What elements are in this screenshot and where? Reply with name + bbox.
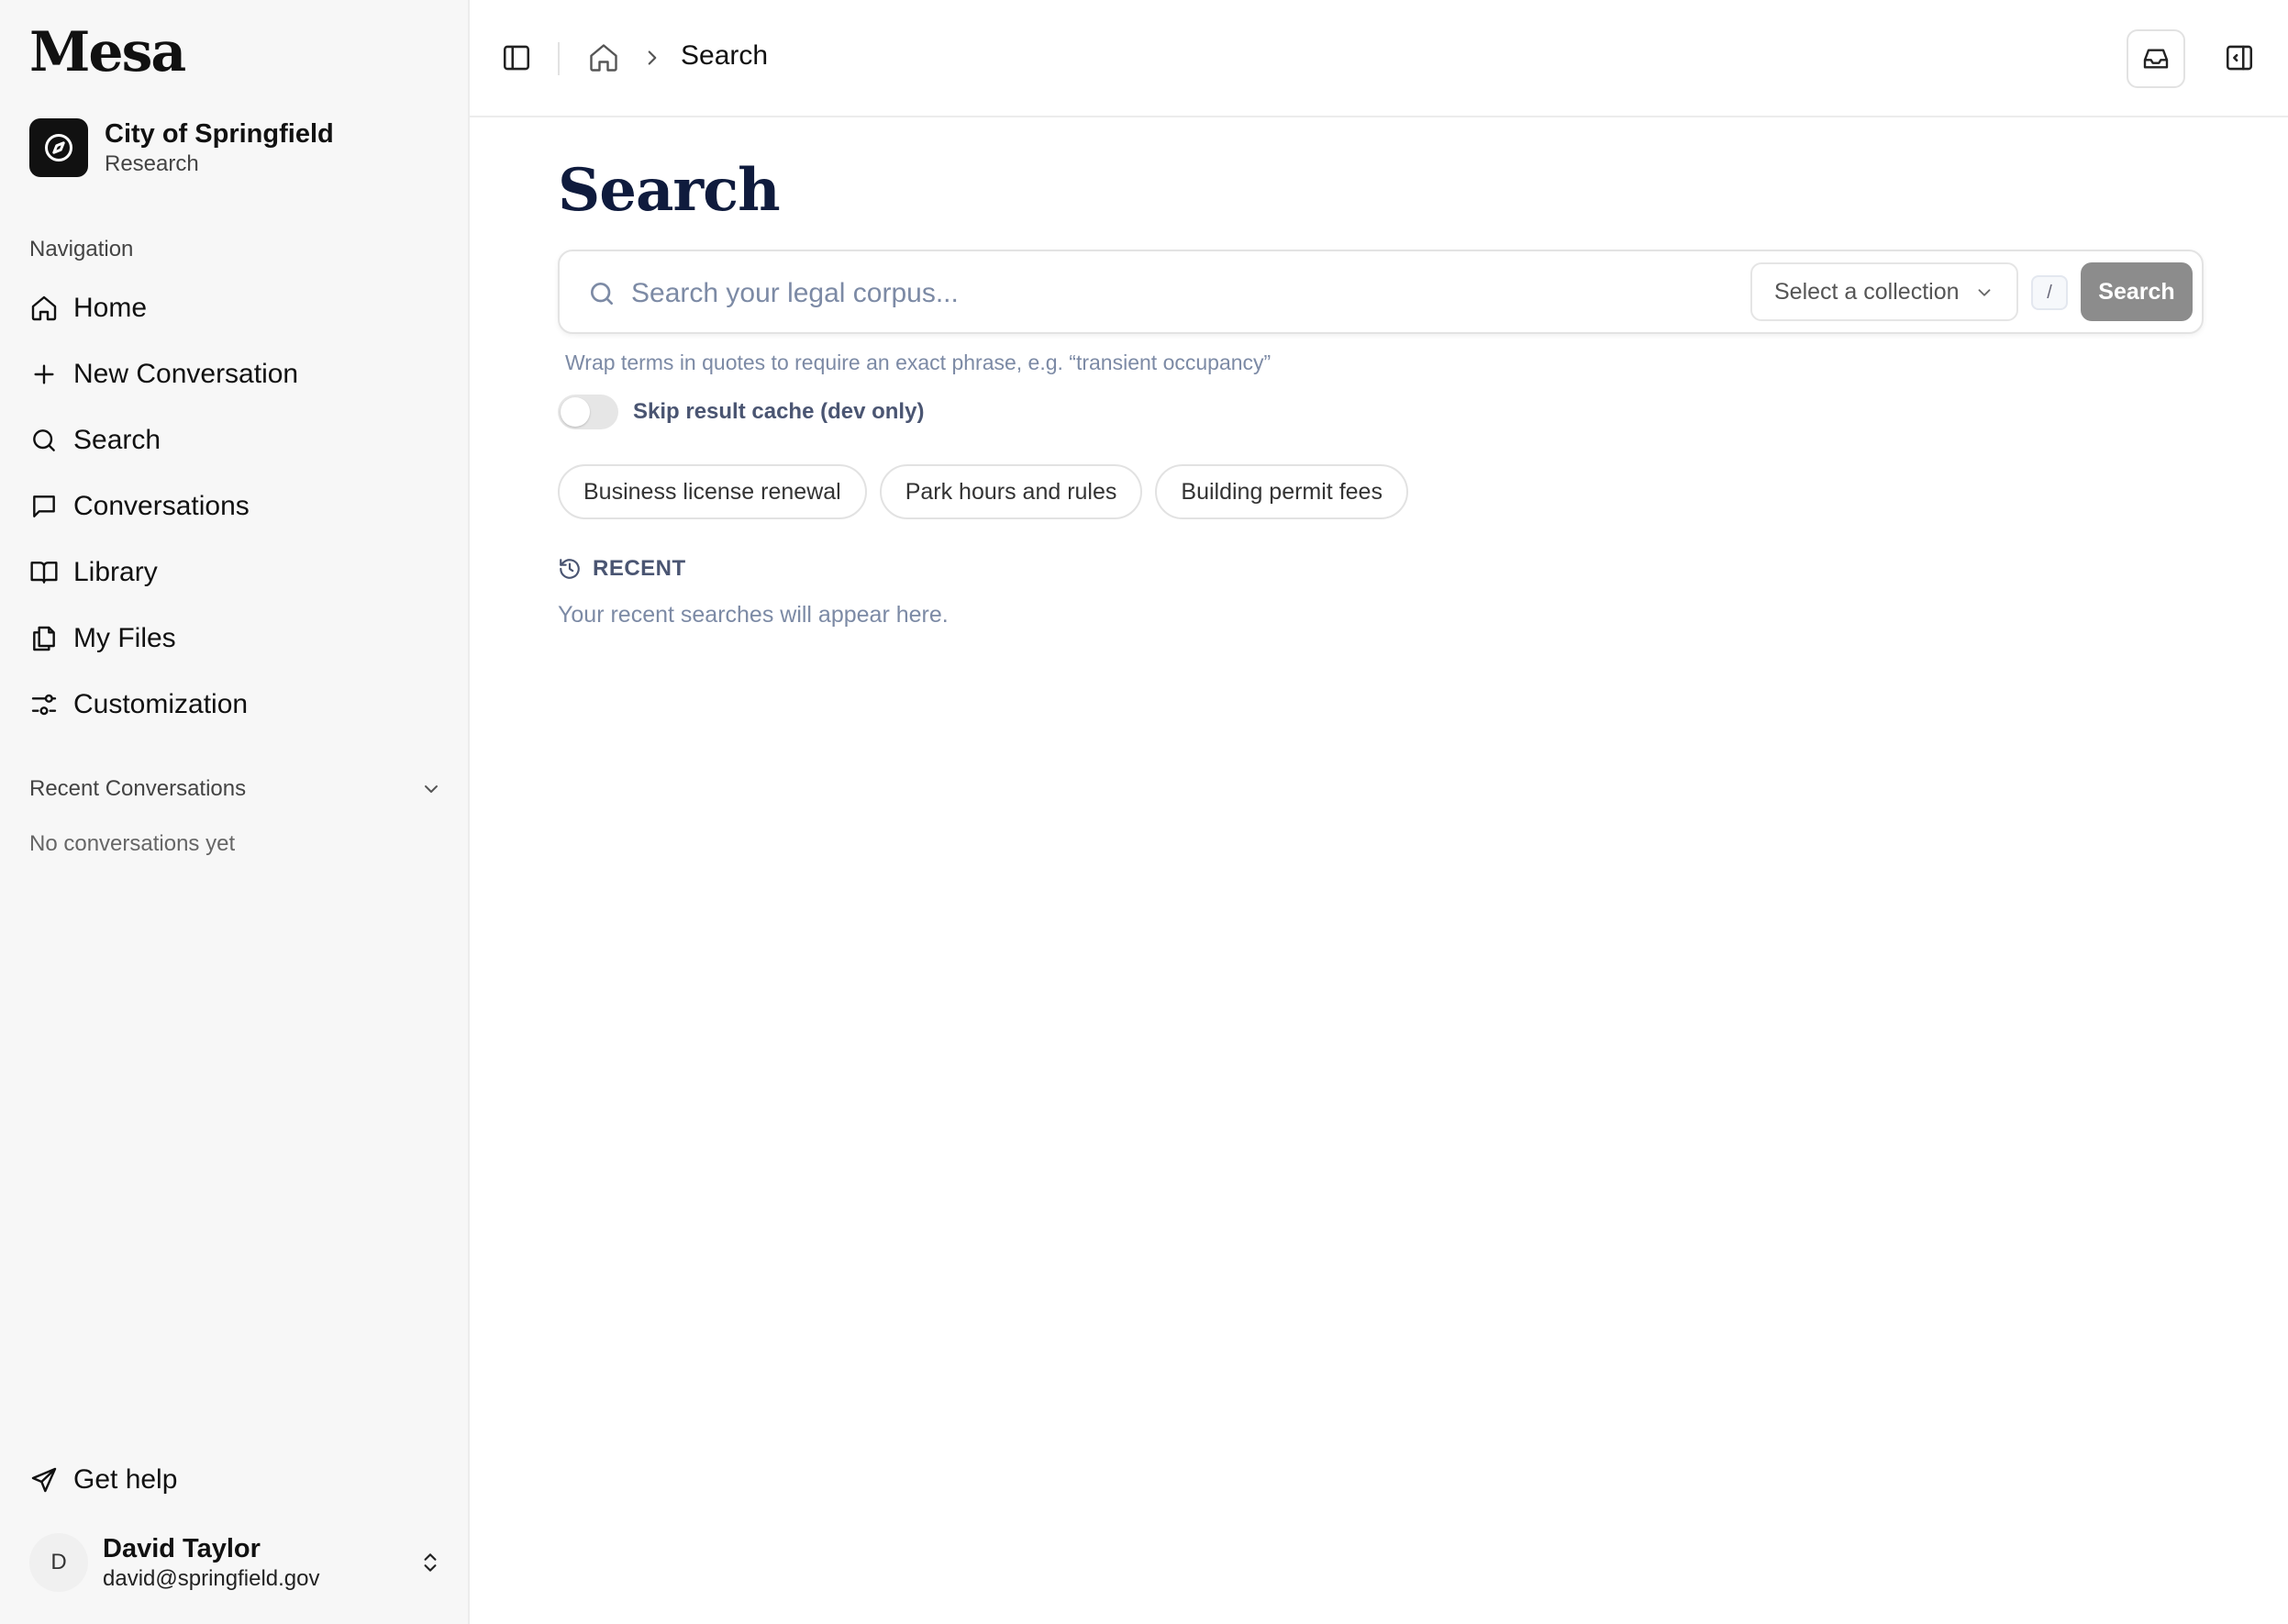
sidebar-item-search[interactable]: Search xyxy=(29,407,442,473)
suggestion-chip[interactable]: Building permit fees xyxy=(1155,464,1408,519)
right-panel-toggle-icon[interactable] xyxy=(2224,42,2255,73)
avatar: D xyxy=(29,1533,88,1592)
sidebar-item-label: Library xyxy=(73,557,158,587)
suggestion-chips: Business license renewal Park hours and … xyxy=(558,464,1421,519)
breadcrumb-current: Search xyxy=(681,40,769,71)
sidebar-item-conversations[interactable]: Conversations xyxy=(29,473,442,539)
collection-select[interactable]: Select a collection xyxy=(1750,262,2018,321)
chevron-down-icon xyxy=(1978,289,1991,296)
sidebar-toggle-icon[interactable] xyxy=(501,42,532,73)
recent-conversations-toggle[interactable]: Recent Conversations xyxy=(29,776,442,802)
history-icon xyxy=(560,559,580,579)
user-name: David Taylor xyxy=(103,1534,261,1563)
search-bar: Select a collection / Search xyxy=(558,250,2204,334)
search-icon xyxy=(33,429,55,451)
suggestion-chip[interactable]: Park hours and rules xyxy=(879,464,1143,519)
sidebar-item-new-conversation[interactable]: New Conversation xyxy=(29,341,442,407)
top-bar: Search xyxy=(470,0,2288,117)
sidebar-item-label: Conversations xyxy=(73,491,250,521)
recent-searches-empty: Your recent searches will appear here. xyxy=(558,602,949,628)
book-icon xyxy=(30,562,58,584)
files-icon xyxy=(33,626,55,651)
chevrons-up-down-icon xyxy=(424,1553,437,1572)
sidebar-item-label: New Conversation xyxy=(73,359,299,389)
user-email: david@springfield.gov xyxy=(103,1566,320,1591)
chat-icon xyxy=(33,495,55,517)
compass-icon xyxy=(29,118,88,177)
skip-cache-toggle[interactable] xyxy=(558,395,618,429)
chevron-down-icon xyxy=(425,785,438,793)
search-input[interactable] xyxy=(631,268,1732,319)
inbox-icon xyxy=(2143,49,2169,69)
sidebar-item-label: Search xyxy=(73,425,161,455)
sidebar-item-home[interactable]: Home xyxy=(29,275,442,341)
org-switcher[interactable]: City of Springfield Research xyxy=(29,117,334,178)
app-logo[interactable]: Mesa xyxy=(29,20,186,84)
search-hint: Wrap terms in quotes to require an exact… xyxy=(565,350,1272,374)
skip-cache-row: Skip result cache (dev only) xyxy=(558,395,924,429)
org-subtitle: Research xyxy=(105,151,199,176)
sidebar-nav: Home New Conversation Search Conversatio… xyxy=(29,275,442,738)
search-button[interactable]: Search xyxy=(2081,262,2193,321)
sidebar-item-label: Customization xyxy=(73,689,249,719)
inbox-button[interactable] xyxy=(2127,29,2185,88)
user-menu[interactable]: D David Taylor david@springfield.gov xyxy=(29,1532,442,1593)
home-icon xyxy=(31,295,57,321)
sidebar-item-my-files[interactable]: My Files xyxy=(29,606,442,672)
get-help-label: Get help xyxy=(73,1464,178,1495)
recent-searches-heading: RECENT xyxy=(558,556,686,582)
org-name: City of Springfield xyxy=(105,119,334,149)
sidebar-item-customization[interactable]: Customization xyxy=(29,672,442,738)
toolbar-divider xyxy=(558,42,560,75)
search-icon xyxy=(591,283,613,305)
sidebar-item-library[interactable]: Library xyxy=(29,539,442,606)
plus-icon xyxy=(34,364,54,384)
suggestion-chip[interactable]: Business license renewal xyxy=(558,464,867,519)
recent-searches-label: RECENT xyxy=(593,556,686,581)
chevron-right-icon xyxy=(648,50,657,65)
skip-cache-label: Skip result cache (dev only) xyxy=(633,399,925,424)
nav-heading: Navigation xyxy=(29,237,134,261)
shortcut-key-hint: / xyxy=(2031,275,2068,310)
collection-select-value: Select a collection xyxy=(1774,278,1960,305)
sidebar-item-label: Home xyxy=(73,293,148,323)
sidebar: Mesa City of Springfield Research Naviga… xyxy=(0,0,470,1624)
sidebar-item-label: My Files xyxy=(73,623,176,653)
send-icon xyxy=(31,1467,57,1493)
sliders-icon xyxy=(31,694,57,716)
breadcrumb-home-icon[interactable] xyxy=(587,41,620,74)
toggle-knob xyxy=(561,397,590,427)
get-help-button[interactable]: Get help xyxy=(29,1464,177,1496)
main-content: Search Search Select a collection / Sear… xyxy=(470,0,2288,1624)
recent-conversations-empty: No conversations yet xyxy=(29,831,236,856)
page-title: Search xyxy=(558,156,781,225)
recent-conversations-heading: Recent Conversations xyxy=(29,776,247,801)
